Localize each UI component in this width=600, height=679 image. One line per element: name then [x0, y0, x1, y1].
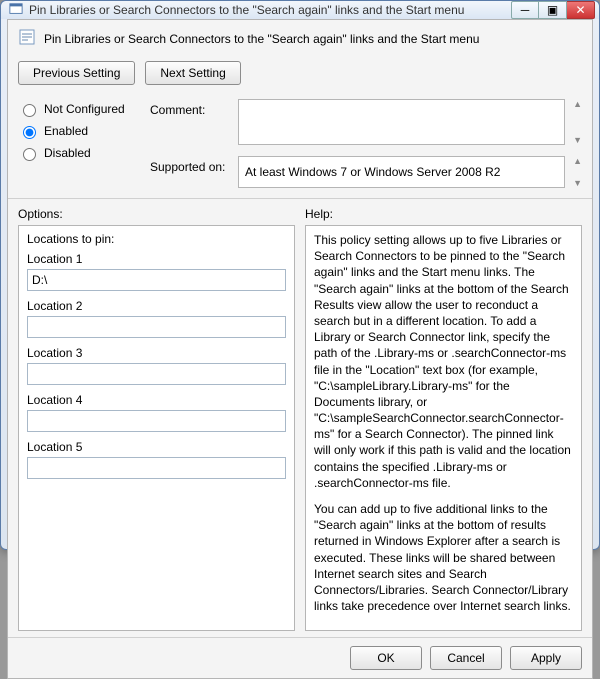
location-4-input[interactable] [27, 410, 286, 432]
dialog-header: Pin Libraries or Search Connectors to th… [8, 20, 592, 57]
maximize-button[interactable]: ▣ [539, 1, 567, 19]
config-section: Not Configured Enabled Disabled Comment:… [8, 93, 592, 199]
maximize-icon: ▣ [547, 3, 558, 17]
meta-section: Comment: ▲▼ Supported on: At least Windo… [150, 99, 582, 188]
location-label: Location 3 [27, 346, 286, 360]
footer: OK Cancel Apply [8, 637, 592, 678]
supported-value: At least Windows 7 or Windows Server 200… [238, 156, 565, 188]
comment-scroll[interactable]: ▲▼ [573, 99, 582, 145]
previous-setting-button[interactable]: Previous Setting [18, 61, 135, 85]
supported-label: Supported on: [150, 156, 230, 174]
locations-group-label: Locations to pin: [27, 232, 286, 246]
options-listbox[interactable]: Locations to pin: Location 1 Location 2 … [18, 225, 295, 631]
client-area: Pin Libraries or Search Connectors to th… [7, 19, 593, 679]
main-section: Options: Locations to pin: Location 1 Lo… [8, 199, 592, 637]
titlebar[interactable]: Pin Libraries or Search Connectors to th… [1, 1, 599, 19]
location-label: Location 2 [27, 299, 286, 313]
ok-button[interactable]: OK [350, 646, 422, 670]
radio-disabled[interactable]: Disabled [18, 145, 138, 161]
minimize-button[interactable]: ─ [511, 1, 539, 19]
radio-enabled[interactable]: Enabled [18, 123, 138, 139]
supported-row: Supported on: At least Windows 7 or Wind… [150, 156, 582, 188]
policy-icon [18, 28, 36, 49]
location-label: Location 1 [27, 252, 286, 266]
help-paragraph: This policy setting allows up to five Li… [314, 232, 573, 491]
options-heading: Options: [18, 207, 295, 221]
nav-row: Previous Setting Next Setting [8, 57, 592, 93]
minimize-icon: ─ [521, 3, 530, 17]
radio-not-configured-input[interactable] [23, 104, 36, 117]
cancel-button[interactable]: Cancel [430, 646, 502, 670]
location-label: Location 5 [27, 440, 286, 454]
close-button[interactable]: ✕ [567, 1, 595, 19]
location-2-input[interactable] [27, 316, 286, 338]
radio-enabled-input[interactable] [23, 126, 36, 139]
radio-not-configured[interactable]: Not Configured [18, 101, 138, 117]
help-textbox[interactable]: This policy setting allows up to five Li… [305, 225, 582, 631]
comment-input[interactable] [238, 99, 565, 145]
supported-scroll[interactable]: ▲▼ [573, 156, 582, 188]
chevron-up-icon: ▲ [573, 156, 582, 166]
location-row: Location 4 [27, 393, 286, 432]
comment-row: Comment: ▲▼ [150, 99, 582, 148]
location-1-input[interactable] [27, 269, 286, 291]
radio-label: Disabled [44, 146, 91, 160]
help-heading: Help: [305, 207, 582, 221]
chevron-down-icon: ▼ [573, 135, 582, 145]
dialog-window: Pin Libraries or Search Connectors to th… [0, 0, 600, 550]
location-5-input[interactable] [27, 457, 286, 479]
apply-button[interactable]: Apply [510, 646, 582, 670]
location-row: Location 5 [27, 440, 286, 479]
radio-label: Enabled [44, 124, 88, 138]
help-paragraph: You can add up to five additional links … [314, 501, 573, 614]
location-label: Location 4 [27, 393, 286, 407]
app-icon [9, 2, 29, 19]
location-row: Location 1 [27, 252, 286, 291]
chevron-up-icon: ▲ [573, 99, 582, 109]
location-row: Location 2 [27, 299, 286, 338]
options-column: Options: Locations to pin: Location 1 Lo… [18, 207, 295, 631]
window-buttons: ─ ▣ ✕ [511, 1, 595, 19]
state-radios: Not Configured Enabled Disabled [18, 99, 138, 188]
close-icon: ✕ [575, 3, 585, 17]
location-row: Location 3 [27, 346, 286, 385]
chevron-down-icon: ▼ [573, 178, 582, 188]
next-setting-button[interactable]: Next Setting [145, 61, 240, 85]
comment-label: Comment: [150, 99, 230, 117]
dialog-title: Pin Libraries or Search Connectors to th… [44, 32, 479, 46]
radio-label: Not Configured [44, 102, 125, 116]
window-title: Pin Libraries or Search Connectors to th… [29, 3, 511, 17]
help-column: Help: This policy setting allows up to f… [305, 207, 582, 631]
location-3-input[interactable] [27, 363, 286, 385]
radio-disabled-input[interactable] [23, 148, 36, 161]
